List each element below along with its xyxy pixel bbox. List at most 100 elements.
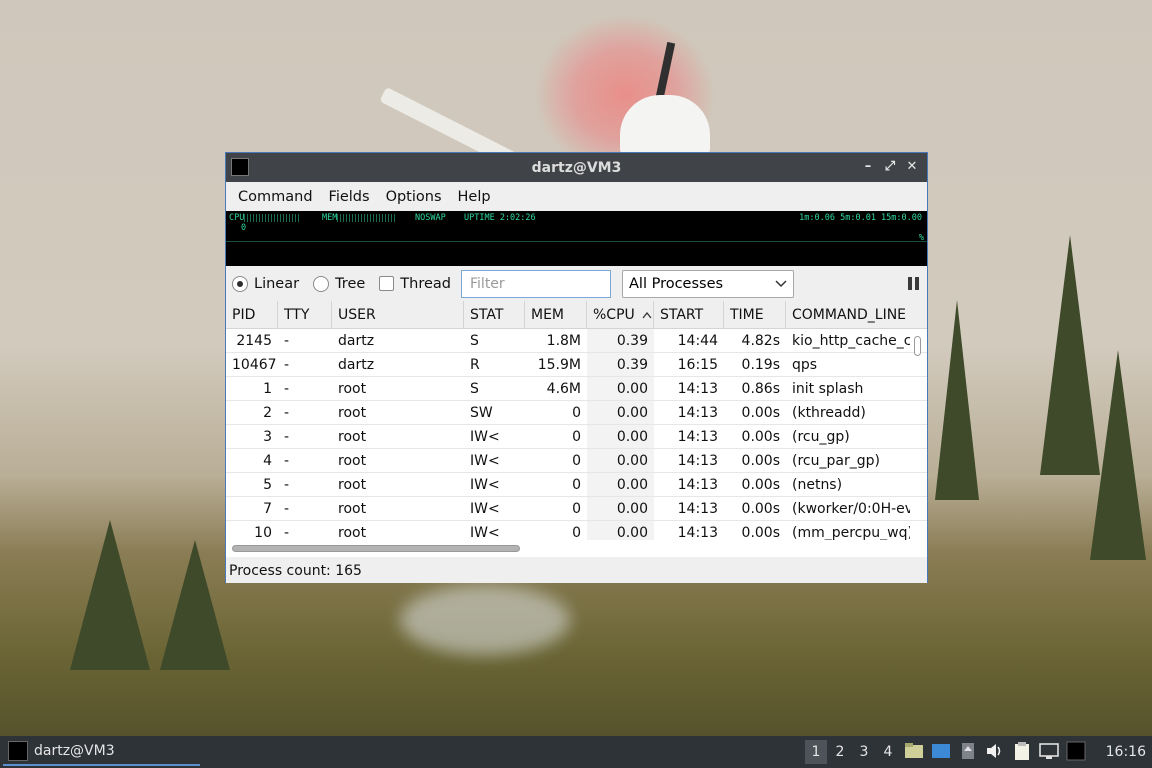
file-manager-icon[interactable] (903, 740, 925, 762)
cell-command-line: kio_http_cache_c (792, 333, 910, 349)
cell-cpu: 0.00 (587, 497, 654, 520)
uptime-readout: UPTIME 2:02:26 (464, 213, 536, 223)
cell-mem: 0 (572, 501, 581, 517)
wallpaper-tree (160, 540, 230, 670)
tree-radio[interactable]: Tree (313, 275, 365, 292)
view-controls: Linear Tree Thread All Processes (226, 266, 927, 301)
cell-pid: 2145 (236, 333, 272, 349)
process-scope-select[interactable]: All Processes (622, 269, 794, 298)
table-row[interactable]: 7- root IW< 0 0.00 14:13 0.00s (kworker/0:0H-ev (226, 497, 927, 521)
process-scope-value: All Processes (629, 275, 724, 292)
cell-time: 0.86s (741, 381, 780, 397)
close-button[interactable]: ✕ (903, 157, 921, 177)
desktop-1-button[interactable]: 1 (805, 740, 827, 764)
desktop-2-button[interactable]: 2 (829, 740, 851, 764)
table-row[interactable]: 1- root S 4.6M 0.00 14:13 0.86s init splash (226, 377, 927, 401)
column-header-start[interactable]: START (654, 301, 724, 328)
cell-stat: SW (470, 405, 493, 421)
table-row[interactable]: 2145- dartz S 1.8M 0.39 14:44 4.82s kio_http_ca… (226, 329, 927, 353)
menu-help[interactable]: Help (450, 189, 499, 205)
title-bar[interactable]: dartz@VM3 – ⤢ ✕ (226, 153, 927, 182)
table-row[interactable]: 2- root SW 0 0.00 14:13 0.00s (kthreadd) (226, 401, 927, 425)
column-header-stat[interactable]: STAT (464, 301, 525, 328)
terminal-tray-icon[interactable] (1065, 740, 1087, 762)
cell-start: 14:13 (677, 477, 718, 493)
cpu-label: CPU (229, 213, 245, 223)
graph-separator (226, 241, 927, 242)
column-header-mem[interactable]: MEM (525, 301, 587, 328)
cell-pid: 1 (263, 381, 272, 397)
column-header-tty[interactable]: TTY (278, 301, 332, 328)
linear-radio[interactable]: Linear (232, 275, 299, 292)
cell-stat: IW< (470, 501, 500, 517)
column-header-command-line[interactable]: COMMAND_LINE (786, 301, 910, 328)
vertical-scrollbar[interactable] (914, 336, 921, 356)
horizontal-scrollbar[interactable] (232, 545, 520, 552)
cell-user: root (338, 453, 367, 469)
menu-command[interactable]: Command (230, 189, 321, 205)
cell-command-line: qps (792, 357, 818, 373)
volume-icon[interactable] (984, 740, 1006, 762)
cell-time: 0.00s (741, 453, 780, 469)
menu-bar: Command Fields Options Help (226, 182, 927, 211)
table-row[interactable]: 3- root IW< 0 0.00 14:13 0.00s (rcu_gp) (226, 425, 927, 449)
cell-start: 14:13 (677, 381, 718, 397)
menu-options[interactable]: Options (378, 189, 450, 205)
table-row[interactable]: 5- root IW< 0 0.00 14:13 0.00s (netns) (226, 473, 927, 497)
taskbar-window-button[interactable]: dartz@VM3 (3, 738, 200, 766)
wallpaper-smoke (400, 585, 570, 655)
cell-stat: IW< (470, 429, 500, 445)
cell-time: 0.00s (741, 501, 780, 517)
cell-stat: R (470, 357, 480, 373)
checkbox-unchecked-icon[interactable] (379, 276, 395, 291)
column-header-user[interactable]: USER (332, 301, 464, 328)
cell-start: 14:13 (677, 501, 718, 517)
cell-start: 14:13 (677, 453, 718, 469)
eject-icon[interactable] (957, 740, 979, 762)
filter-input[interactable] (461, 269, 611, 298)
desktop-icon[interactable] (930, 740, 952, 762)
terminal-app-icon[interactable] (231, 158, 249, 176)
cell-cpu: 0.00 (587, 425, 654, 448)
cell-pid: 4 (263, 453, 272, 469)
minimize-button[interactable]: – (859, 157, 877, 177)
cell-time: 0.00s (741, 429, 780, 445)
cell-user: dartz (338, 333, 375, 349)
cell-tty: - (284, 477, 290, 493)
thread-checkbox[interactable]: Thread (379, 276, 451, 292)
cell-pid: 10467 (232, 357, 277, 373)
radio-selected-icon[interactable] (232, 275, 248, 292)
pause-button[interactable] (908, 277, 919, 290)
desktop-4-button[interactable]: 4 (877, 740, 899, 764)
clipboard-icon[interactable] (1011, 740, 1033, 762)
horizontal-scrollbar-track[interactable] (226, 540, 927, 557)
network-icon[interactable] (1038, 740, 1060, 762)
cell-time: 0.00s (741, 477, 780, 493)
table-row[interactable]: 10467- dartz R 15.9M 0.39 16:15 0.19s qps (226, 353, 927, 377)
cell-tty: - (284, 357, 290, 373)
mem-meter (337, 213, 398, 222)
menu-fields[interactable]: Fields (321, 189, 378, 205)
clock[interactable]: 16:16 (1106, 736, 1146, 768)
column-header-time[interactable]: TIME (724, 301, 786, 328)
cell-user: root (338, 381, 367, 397)
cell-stat: S (470, 333, 479, 349)
process-viewer-window: dartz@VM3 – ⤢ ✕ Command Fields Options H… (225, 152, 928, 583)
desktop-3-button[interactable]: 3 (853, 740, 875, 764)
cell-user: root (338, 501, 367, 517)
cell-tty: - (284, 381, 290, 397)
cell-start: 14:44 (677, 333, 718, 349)
column-header-cpu[interactable]: %CPU (587, 301, 654, 328)
cell-command-line: (netns) (792, 477, 843, 493)
cell-start: 14:13 (677, 405, 718, 421)
cell-cpu: 0.00 (587, 449, 654, 472)
cell-cpu: 0.00 (587, 401, 654, 424)
column-header-pid[interactable]: PID (226, 301, 278, 328)
chevron-down-icon (775, 279, 787, 287)
column-header-cpu-label: %CPU (593, 307, 635, 323)
system-tray (903, 740, 1087, 762)
radio-unselected-icon[interactable] (313, 275, 330, 292)
cell-tty: - (284, 501, 290, 517)
maximize-button[interactable]: ⤢ (881, 157, 899, 177)
table-row[interactable]: 4- root IW< 0 0.00 14:13 0.00s (rcu_par_gp) (226, 449, 927, 473)
